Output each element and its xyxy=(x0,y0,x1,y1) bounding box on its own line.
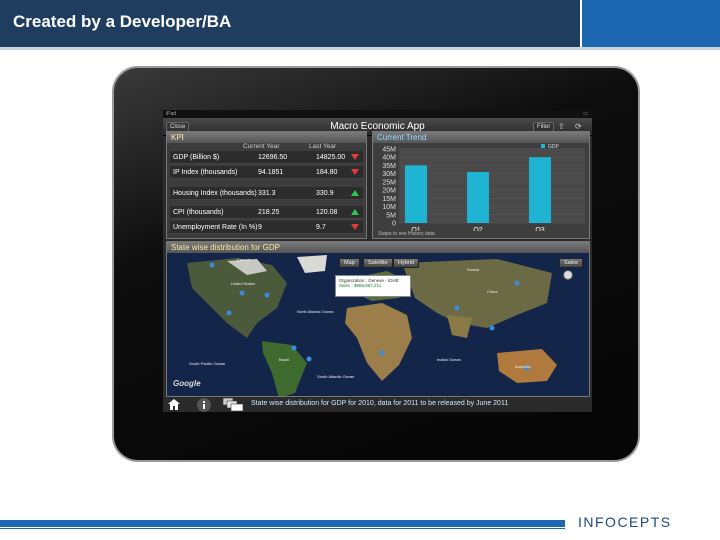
kpi-col-last: Last Year xyxy=(309,143,337,150)
popup-sales: Sales : $969,867,211 xyxy=(339,283,382,288)
battery-icon: ▭ xyxy=(583,111,588,117)
header-underline xyxy=(0,47,720,50)
y-tick-label: 5M xyxy=(386,212,396,219)
share-icon[interactable]: ⇪ xyxy=(558,122,565,131)
map-label-china: China xyxy=(487,289,498,294)
map-control-satellite[interactable]: Satellite xyxy=(363,258,393,268)
info-icon[interactable] xyxy=(193,398,215,412)
map-control-map[interactable]: Map xyxy=(339,258,360,268)
kpi-current-value: 94.1851 xyxy=(258,169,284,176)
kpi-row[interactable]: GDP (Billion $) 12696.50 14825.00 xyxy=(170,151,363,164)
y-tick-label: 25M xyxy=(382,179,396,186)
sales-button[interactable]: Sales xyxy=(559,258,583,268)
y-tick-label: 0 xyxy=(392,221,396,228)
infocepts-logo: INFOCEPTS xyxy=(578,514,672,530)
kpi-last-value: 330.9 xyxy=(316,190,334,197)
bar xyxy=(529,157,551,223)
kpi-last-value: 9.7 xyxy=(316,224,326,231)
kpi-row[interactable]: Housing Index (thousands) 331.3 330.9 xyxy=(170,187,363,200)
google-attribution: Google xyxy=(173,379,201,388)
trend-down-icon xyxy=(351,169,359,175)
x-tick-label: Q2 xyxy=(473,227,482,231)
kpi-label: IP Index (thousands) xyxy=(173,169,238,176)
map-label-indian-ocean: Indian Ocean xyxy=(437,357,461,362)
legend-swatch xyxy=(541,144,545,148)
kpi-row[interactable]: CPI (thousands) 218.25 120.08 xyxy=(170,206,363,219)
footer-line xyxy=(0,528,565,529)
status-device-label: iPad xyxy=(166,111,177,117)
kpi-current-value: 9 xyxy=(258,224,262,231)
home-icon[interactable] xyxy=(168,399,180,410)
kpi-last-value: 14825.00 xyxy=(316,154,346,161)
map-label-s-pacific: South Pacific Ocean xyxy=(189,361,225,366)
trend-up-icon xyxy=(351,190,359,196)
map-panel: State wise distribution for GDP Canada U… xyxy=(166,241,590,397)
kpi-label: GDP (Billion $) xyxy=(173,154,220,161)
kpi-label: Unemployment Rate (In %) xyxy=(173,224,258,231)
bar xyxy=(467,172,489,223)
kpi-current-value: 12696.50 xyxy=(258,154,288,161)
kpi-last-value: 120.08 xyxy=(316,209,338,216)
refresh-icon[interactable]: ⟳ xyxy=(575,122,582,131)
kpi-current-value: 218.25 xyxy=(258,209,280,216)
y-tick-label: 10M xyxy=(382,204,396,211)
kpi-col-current: Current Year xyxy=(243,143,280,150)
kpi-row[interactable]: Unemployment Rate (In %) 9 9.7 xyxy=(170,221,363,234)
y-tick-label: 40M xyxy=(382,155,396,162)
y-tick-label: 35M xyxy=(382,163,396,170)
y-tick-label: 15M xyxy=(382,196,396,203)
map-info-popup: Organization : Geneve - IDHE Sales : $96… xyxy=(335,275,411,297)
kpi-panel: KPI Current Year Last Year GDP (Billion … xyxy=(166,131,367,239)
map-label-russia: Russia xyxy=(467,267,480,272)
kpi-label: Housing Index (thousands) xyxy=(173,190,257,197)
bar xyxy=(405,165,427,223)
zoom-control-icon[interactable] xyxy=(563,270,573,280)
legend-label: GDP xyxy=(548,144,560,150)
y-tick-label: 45M xyxy=(382,147,396,154)
trend-down-icon xyxy=(351,224,359,230)
trend-chart[interactable]: 05M10M15M20M25M30M35M40M45MQ1 Q2 Q3GDP xyxy=(373,143,589,231)
status-bar: iPad ▭ xyxy=(163,110,592,118)
trend-up-icon xyxy=(351,209,359,215)
trend-footnote: Swipe to see History data xyxy=(378,231,435,237)
y-tick-label: 20M xyxy=(382,188,396,195)
map-label-canada: Canada xyxy=(237,257,252,262)
slide: Created by a Developer/BA iPad ▭ Close M… xyxy=(0,0,720,540)
bottom-status-text: State wise distribution for GDP for 2010… xyxy=(251,400,509,407)
map-label-s-atlantic: South Atlantic Ocean xyxy=(317,374,354,379)
trend-title: Current Trend xyxy=(373,132,589,143)
trend-down-icon xyxy=(351,154,359,160)
kpi-last-value: 184.80 xyxy=(316,169,338,176)
slide-title: Created by a Developer/BA xyxy=(13,12,232,31)
map-title: State wise distribution for GDP xyxy=(167,242,589,253)
bottom-bar: State wise distribution for GDP for 2010… xyxy=(163,397,592,412)
map-label-us: United States xyxy=(231,281,255,286)
map-control-hybrid[interactable]: Hybrid xyxy=(393,258,419,268)
map-label-australia: Australia xyxy=(515,364,531,369)
header-accent xyxy=(582,0,720,47)
kpi-row[interactable]: IP Index (thousands) 94.1851 184.80 xyxy=(170,166,363,179)
trend-panel: Current Trend 0 5M 10M 15M 20M 25M 30M 35M 40M 45… xyxy=(372,131,590,239)
map-label-brazil: Brazil xyxy=(279,357,289,362)
kpi-label: CPI (thousands) xyxy=(173,209,224,216)
kpi-current-value: 331.3 xyxy=(258,190,276,197)
footer-bar xyxy=(0,520,565,527)
y-tick-label: 30M xyxy=(382,171,396,178)
kpi-title: KPI xyxy=(167,132,366,143)
x-tick-label: Q3 xyxy=(535,227,544,231)
tablet-screen: iPad ▭ Close Macro Economic App Filter ⇪… xyxy=(163,110,592,412)
map-label-n-atlantic: North Atlantic Ocean xyxy=(297,309,334,314)
layers-icon[interactable] xyxy=(221,397,247,412)
